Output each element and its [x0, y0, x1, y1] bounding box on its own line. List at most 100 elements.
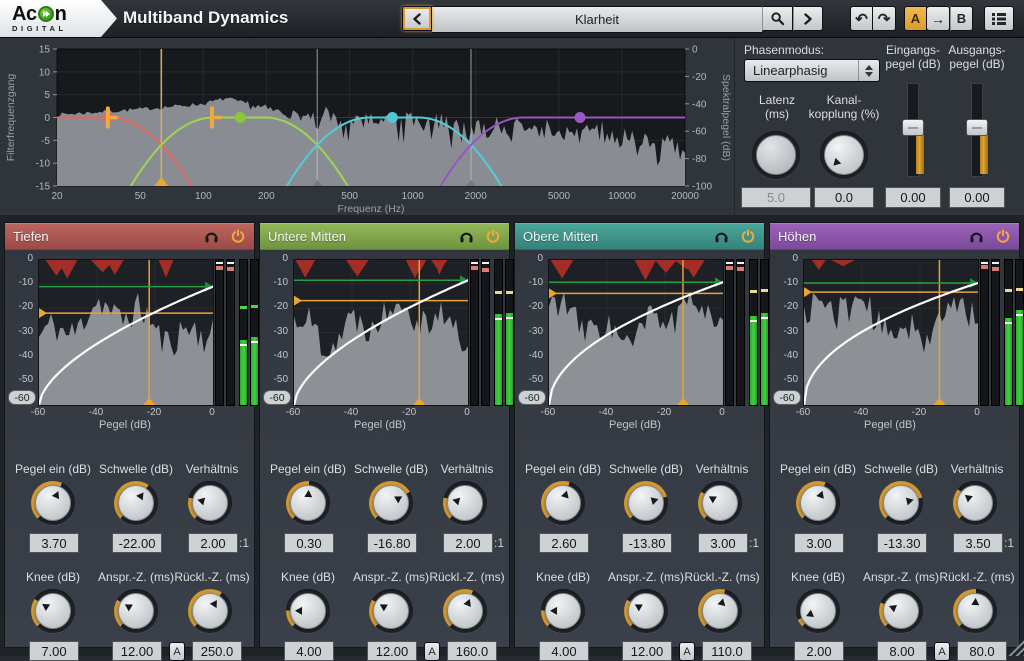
threshold-knob[interactable]: [114, 481, 158, 525]
slider-handle[interactable]: [966, 119, 988, 136]
release-knob[interactable]: [698, 589, 742, 633]
gain-in-knob[interactable]: [541, 481, 585, 525]
attack-knob[interactable]: [879, 589, 923, 633]
knee-knob[interactable]: [796, 589, 840, 633]
redo-button[interactable]: ↷: [873, 6, 896, 31]
transfer-curve-plot[interactable]: [548, 259, 724, 406]
gain-in-knob[interactable]: [796, 481, 840, 525]
slider-handle[interactable]: [902, 119, 924, 136]
gain-in-value[interactable]: 0.30: [284, 533, 334, 553]
knee-value[interactable]: 4.00: [539, 641, 589, 661]
gain-in-knob[interactable]: [31, 481, 75, 525]
y-axis-min-badge[interactable]: -60: [263, 390, 291, 405]
latency-knob[interactable]: [752, 131, 800, 179]
attack-knob[interactable]: [369, 589, 413, 633]
attack-value[interactable]: 12.00: [367, 641, 417, 661]
y-axis-min-badge[interactable]: -60: [773, 390, 801, 405]
attack-knob[interactable]: [624, 589, 668, 633]
input-level-value[interactable]: 0.00: [885, 187, 941, 208]
gain-in-value[interactable]: 3.70: [29, 533, 79, 553]
knee-knob[interactable]: [286, 589, 330, 633]
knee-knob[interactable]: [541, 589, 585, 633]
gain-in-knob[interactable]: [286, 481, 330, 525]
latency-value[interactable]: 5.0: [741, 187, 811, 208]
auto-release-button[interactable]: A: [424, 642, 440, 661]
spectrum-display[interactable]: 151050-5-10-150-20-40-60-80-100205010020…: [0, 38, 734, 215]
release-value[interactable]: 250.0: [192, 641, 242, 661]
ab-a-button[interactable]: A: [904, 6, 927, 31]
preset-search-button[interactable]: [762, 6, 793, 31]
output-level-value[interactable]: 0.00: [949, 187, 1005, 208]
preset-next-button[interactable]: [793, 6, 823, 31]
solo-headphones-icon[interactable]: [714, 229, 729, 243]
spectrum-chart[interactable]: 151050-5-10-150-20-40-60-80-100205010020…: [0, 38, 734, 215]
gain-in-value[interactable]: 2.60: [539, 533, 589, 553]
output-meter-right: [760, 259, 769, 406]
knee-knob[interactable]: [31, 589, 75, 633]
auto-release-button[interactable]: A: [169, 642, 185, 661]
auto-release-button[interactable]: A: [934, 642, 950, 661]
threshold-value[interactable]: -16.80: [367, 533, 417, 553]
y-axis-min-badge[interactable]: -60: [518, 390, 546, 405]
knee-value[interactable]: 4.00: [284, 641, 334, 661]
transfer-curve-plot[interactable]: [293, 259, 469, 406]
y-axis-min-badge[interactable]: -60: [8, 390, 36, 405]
input-level-slider[interactable]: [901, 83, 925, 177]
threshold-knob[interactable]: [369, 481, 413, 525]
attack-value[interactable]: 8.00: [877, 641, 927, 661]
ab-copy-button[interactable]: →: [927, 6, 950, 31]
output-level-slider[interactable]: [965, 83, 989, 177]
band-header[interactable]: Obere Mitten: [515, 223, 764, 250]
ratio-value[interactable]: 3.00: [698, 533, 748, 553]
ratio-knob[interactable]: [443, 481, 487, 525]
release-knob[interactable]: [953, 589, 997, 633]
power-icon[interactable]: [231, 229, 245, 243]
ratio-knob[interactable]: [188, 481, 232, 525]
menu-list-icon: [991, 12, 1007, 26]
knee-value[interactable]: 2.00: [794, 641, 844, 661]
ratio-knob[interactable]: [953, 481, 997, 525]
attack-value[interactable]: 12.00: [622, 641, 672, 661]
ratio-value[interactable]: 3.50: [953, 533, 1003, 553]
attack-knob[interactable]: [114, 589, 158, 633]
transfer-curve-plot[interactable]: [38, 259, 214, 406]
threshold-value[interactable]: -13.80: [622, 533, 672, 553]
solo-headphones-icon[interactable]: [204, 229, 219, 243]
preset-name-display[interactable]: Klarheit: [432, 6, 762, 33]
release-value[interactable]: 80.0: [957, 641, 1007, 661]
threshold-value[interactable]: -22.00: [112, 533, 162, 553]
power-icon[interactable]: [741, 229, 755, 243]
preset-prev-button[interactable]: [402, 6, 432, 31]
release-knob[interactable]: [188, 589, 232, 633]
svg-text:10: 10: [39, 67, 51, 78]
power-icon[interactable]: [996, 229, 1010, 243]
band-panel: Obere Mitten 0-10-20-30-40-50 -60: [514, 222, 765, 648]
solo-headphones-icon[interactable]: [459, 229, 474, 243]
transfer-curve-plot[interactable]: [803, 259, 979, 406]
auto-release-button[interactable]: A: [679, 642, 695, 661]
channel-coupling-knob[interactable]: [820, 131, 868, 179]
band-header[interactable]: Untere Mitten: [260, 223, 509, 250]
gain-in-value[interactable]: 3.00: [794, 533, 844, 553]
threshold-knob[interactable]: [879, 481, 923, 525]
main-menu-button[interactable]: [984, 6, 1014, 31]
ratio-value[interactable]: 2.00: [443, 533, 493, 553]
band-header[interactable]: Höhen: [770, 223, 1019, 250]
coupling-value[interactable]: 0.0: [814, 187, 874, 208]
release-value[interactable]: 110.0: [702, 641, 752, 661]
phase-mode-select[interactable]: Linearphasig: [744, 59, 880, 82]
band-header[interactable]: Tiefen: [5, 223, 254, 250]
threshold-value[interactable]: -13.30: [877, 533, 927, 553]
solo-headphones-icon[interactable]: [969, 229, 984, 243]
ratio-knob[interactable]: [698, 481, 742, 525]
ratio-value[interactable]: 2.00: [188, 533, 238, 553]
undo-button[interactable]: ↶: [850, 6, 873, 31]
release-value[interactable]: 160.0: [447, 641, 497, 661]
release-knob[interactable]: [443, 589, 487, 633]
threshold-knob[interactable]: [624, 481, 668, 525]
power-icon[interactable]: [486, 229, 500, 243]
knee-value[interactable]: 7.00: [29, 641, 79, 661]
ab-b-button[interactable]: B: [950, 6, 973, 31]
attack-value[interactable]: 12.00: [112, 641, 162, 661]
knob-label: Knee (dB): [5, 570, 101, 584]
